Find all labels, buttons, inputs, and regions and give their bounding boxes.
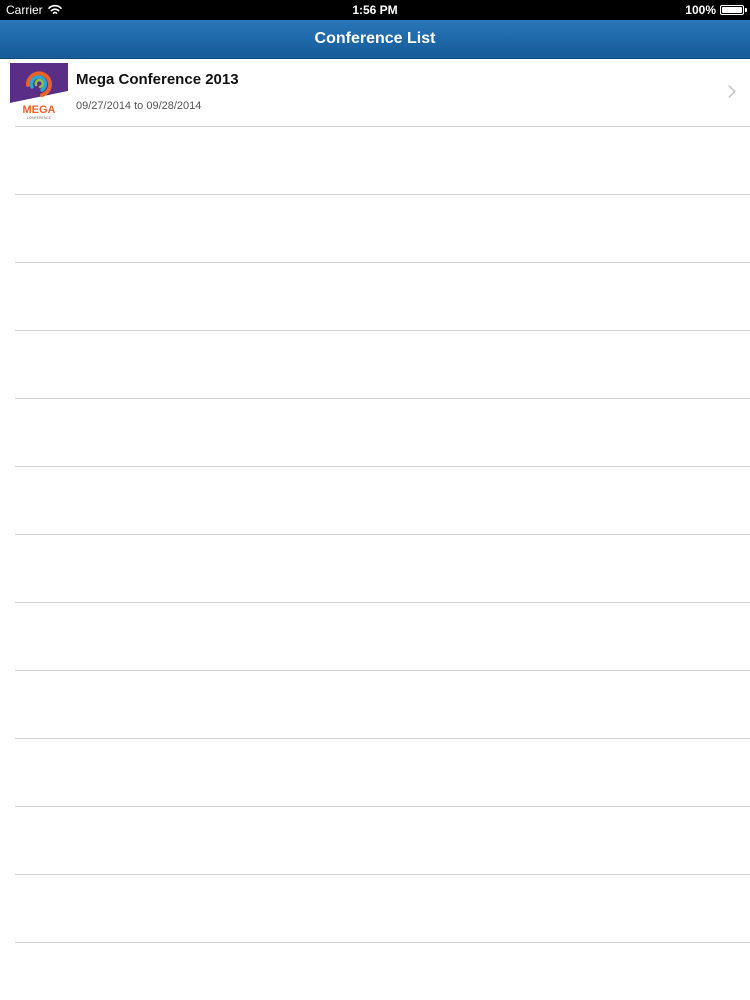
empty-row (0, 807, 750, 875)
empty-row (0, 195, 750, 263)
empty-row (0, 127, 750, 195)
empty-row (0, 331, 750, 399)
navigation-bar: Conference List (0, 20, 750, 59)
status-bar: Carrier 1:56 PM 100% (0, 0, 750, 20)
page-title: Conference List (314, 30, 436, 47)
empty-row (0, 399, 750, 467)
conference-row[interactable]: MEGA CONFERENCE Mega Conference 2013 09/… (0, 59, 750, 127)
conference-logo-icon: MEGA CONFERENCE (10, 63, 68, 121)
empty-row (0, 875, 750, 943)
conference-dates: 09/27/2014 to 09/28/2014 (76, 100, 202, 112)
empty-row (0, 535, 750, 603)
chevron-right-icon (728, 85, 736, 98)
screen: Carrier 1:56 PM 100% Conference List MEG… (0, 0, 750, 1000)
empty-row (0, 739, 750, 807)
conference-list: MEGA CONFERENCE Mega Conference 2013 09/… (0, 59, 750, 1000)
empty-row (0, 263, 750, 331)
empty-row (0, 603, 750, 671)
battery-icon (720, 5, 747, 15)
logo-subtext: CONFERENCE (27, 116, 52, 120)
status-right: 100% (685, 0, 747, 20)
empty-row (0, 671, 750, 739)
battery-fill (722, 7, 742, 13)
battery-percent: 100% (685, 3, 716, 17)
logo-text: MEGA (23, 104, 56, 116)
status-time: 1:56 PM (352, 3, 398, 17)
conference-title: Mega Conference 2013 (76, 71, 239, 88)
empty-row (0, 943, 750, 1000)
empty-row (0, 467, 750, 535)
